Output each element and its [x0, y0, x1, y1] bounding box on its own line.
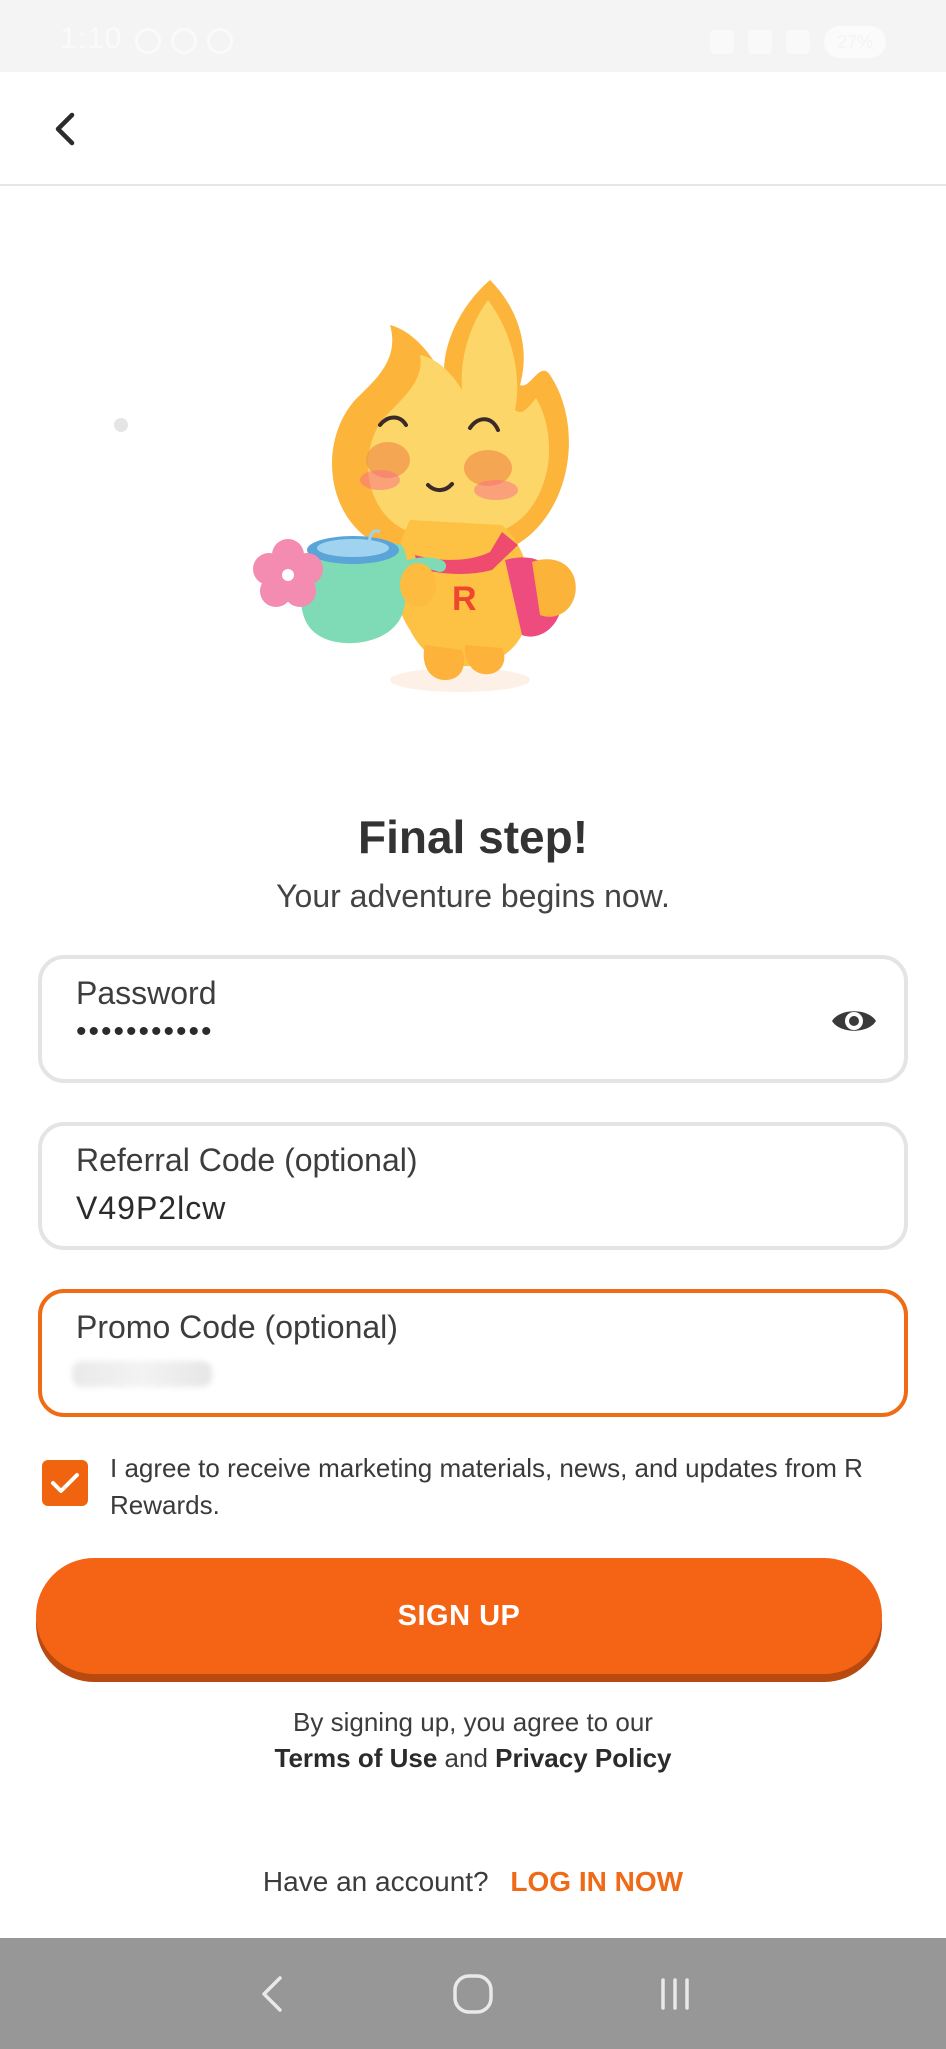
- promo-code-input-redacted[interactable]: [72, 1361, 212, 1387]
- login-row: Have an account? LOG IN NOW: [0, 1866, 946, 1898]
- marketing-consent-text: I agree to receive marketing materials, …: [110, 1453, 863, 1520]
- nav-back-button[interactable]: [241, 1964, 301, 2024]
- signal-icon: [786, 30, 810, 54]
- promo-code-label: Promo Code (optional): [76, 1309, 398, 1345]
- flame-mascot-illustration: R: [253, 280, 576, 692]
- recents-icon: [661, 1977, 689, 2010]
- system-icons: 27%: [710, 26, 886, 58]
- show-password-button[interactable]: [830, 1001, 878, 1041]
- terms-and: and: [444, 1743, 488, 1773]
- terms-notice: By signing up, you agree to our Terms of…: [0, 1704, 946, 1776]
- page-subtitle: Your adventure begins now.: [276, 878, 670, 914]
- mute-icon: [710, 30, 734, 54]
- battery-indicator: 27%: [824, 26, 886, 58]
- header: [0, 72, 946, 186]
- promo-code-field[interactable]: Promo Code (optional): [38, 1289, 908, 1417]
- marketing-consent-checkbox[interactable]: [42, 1460, 88, 1506]
- nav-back-icon: [262, 1975, 282, 2012]
- notification-icons: [135, 28, 233, 54]
- nav-recents-button[interactable]: [645, 1964, 705, 2024]
- whatsapp-business-icon: [171, 28, 197, 54]
- privacy-policy-link[interactable]: Privacy Policy: [495, 1743, 671, 1773]
- status-bar: 1:10 27%: [0, 0, 946, 72]
- back-button[interactable]: [30, 94, 100, 164]
- referral-code-input[interactable]: V49P2lcw: [76, 1190, 226, 1227]
- sign-up-button[interactable]: SIGN UP: [36, 1558, 882, 1674]
- terms-of-use-link[interactable]: Terms of Use: [275, 1743, 438, 1773]
- password-field[interactable]: Password •••••••••••: [38, 955, 908, 1083]
- log-in-now-link[interactable]: LOG IN NOW: [510, 1866, 683, 1897]
- home-icon: [453, 1973, 493, 2014]
- password-label: Password: [76, 975, 217, 1011]
- referral-code-label: Referral Code (optional): [76, 1142, 418, 1178]
- referral-code-field[interactable]: Referral Code (optional) V49P2lcw: [38, 1122, 908, 1250]
- login-prompt: Have an account?: [262, 1866, 489, 1897]
- decorative-dot: [114, 418, 128, 432]
- wifi-icon: [748, 30, 772, 54]
- svg-text:R: R: [452, 580, 477, 618]
- system-nav-bar: [0, 1938, 946, 2049]
- password-input[interactable]: •••••••••••: [76, 1015, 214, 1049]
- page-title: Final step!: [357, 811, 589, 863]
- signup-final-step-screen: 1:10 27% R Final step! Your adventure be…: [0, 0, 946, 2049]
- chevron-left-icon: [55, 112, 75, 146]
- nav-home-button[interactable]: [443, 1964, 503, 2024]
- checkmark-icon: [51, 1473, 79, 1493]
- terms-prefix: By signing up, you agree to our: [293, 1707, 653, 1737]
- whatsapp-icon: [135, 28, 161, 54]
- status-time: 1:10: [60, 22, 123, 55]
- eye-icon: [832, 1011, 876, 1031]
- messenger-icon: [207, 28, 233, 54]
